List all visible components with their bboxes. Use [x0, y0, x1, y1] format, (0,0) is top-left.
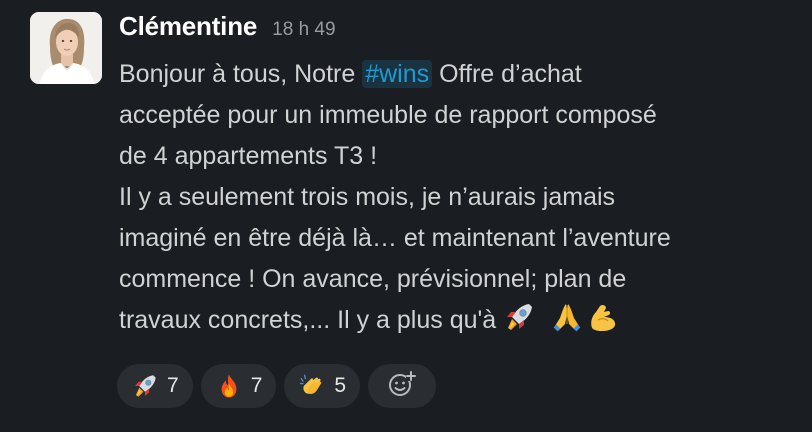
reactions-bar: 7 7 5 [117, 364, 437, 408]
reaction-count: 7 [250, 374, 263, 397]
reaction-rocket[interactable]: 7 [117, 364, 193, 408]
message-line: de 4 appartements T3 ! [119, 142, 378, 170]
message-text: Offre d’achat [432, 60, 582, 88]
message-timestamp[interactable]: 18 h 49 [272, 19, 335, 41]
message-text: travaux concrets,... Il y a plus qu'à [119, 306, 497, 334]
reaction-count: 5 [334, 374, 347, 397]
fire-icon [215, 372, 243, 400]
message-item: Clémentine 18 h 49 Bonjour à tous, Notre… [0, 0, 812, 432]
hashtag-link[interactable]: #wins [362, 60, 433, 88]
avatar-photo [30, 12, 102, 84]
author-name[interactable]: Clémentine [119, 11, 257, 42]
reaction-count: 7 [167, 374, 179, 397]
message-line: commence ! On avance, prévisionnel; plan… [119, 265, 627, 293]
message-line: travaux concrets,... Il y a plus qu'à [119, 300, 799, 347]
message-text: Bonjour à tous, Notre [119, 60, 363, 88]
folded-hands-icon [550, 300, 584, 347]
message-line: imaginé en être déjà là… et maintenant l… [119, 224, 671, 252]
add-reaction-button[interactable] [368, 364, 437, 408]
message-line: acceptée pour un immeuble de rapport com… [119, 101, 657, 129]
clapping-hands-icon [298, 372, 326, 400]
rocket-icon [131, 372, 159, 400]
message-body: Bonjour à tous, Notre #wins Offre d’acha… [119, 54, 799, 347]
message-header: Clémentine 18 h 49 [119, 11, 336, 47]
avatar[interactable] [30, 12, 102, 84]
flexed-biceps-icon [586, 300, 620, 347]
rocket-icon [502, 300, 536, 347]
reaction-fire[interactable]: 7 [200, 364, 277, 408]
add-reaction-icon [387, 369, 417, 404]
message-line: Bonjour à tous, Notre #wins Offre d’acha… [119, 54, 799, 95]
reaction-clapping[interactable]: 5 [284, 364, 361, 408]
message-line: Il y a seulement trois mois, je n’aurais… [119, 183, 616, 211]
